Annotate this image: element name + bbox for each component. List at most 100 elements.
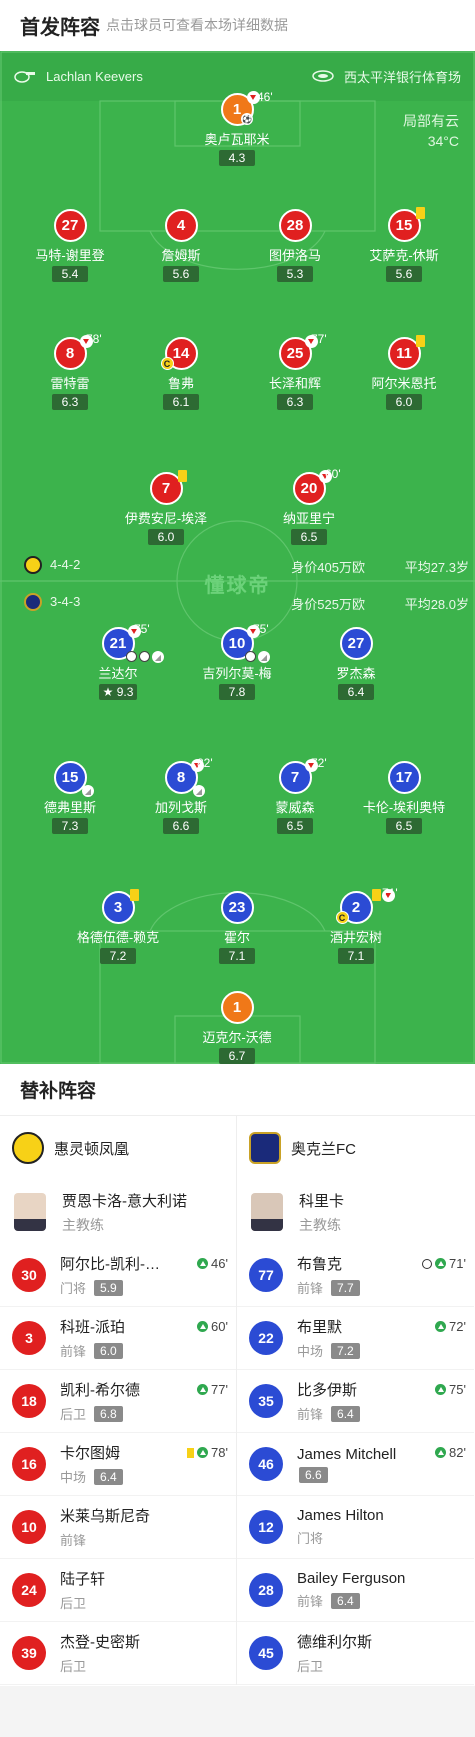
home-player[interactable]: 11 阿尔米恩托 6.0	[344, 335, 464, 411]
sub-on-icon	[435, 1321, 447, 1332]
away-coach[interactable]: 科里卡 主教练	[237, 1180, 474, 1244]
sub-position: 后卫	[297, 1659, 324, 1674]
sub-player-row[interactable]: 12 James Hilton 门将	[237, 1496, 474, 1559]
sub-player-row[interactable]: 3 科班-派珀 前锋 6.0 60'	[0, 1307, 236, 1370]
page-bottom-padding	[0, 1686, 475, 1737]
coach-avatar	[251, 1193, 283, 1231]
sub-player-row[interactable]: 77 布鲁克 前锋 7.7 71'	[237, 1244, 474, 1307]
away-player[interactable]: 23 霍尔 7.1	[177, 891, 297, 965]
player-number-disc: 28	[278, 209, 312, 242]
home-coach[interactable]: 贾恩卡洛-意大利诺 主教练	[0, 1180, 236, 1244]
sub-name: 布里默	[297, 1319, 343, 1336]
sub-number: 3	[12, 1321, 46, 1355]
away-team-header[interactable]: 奥克兰FC	[237, 1116, 474, 1180]
sub-number: 28	[249, 1573, 283, 1607]
sub-position: 门将	[297, 1531, 324, 1546]
away-player[interactable]: 7 72' 蒙威森 6.5	[235, 756, 355, 835]
player-rating: 6.5	[291, 529, 327, 545]
assist-boot-icon: ◢	[82, 785, 94, 797]
away-player[interactable]: 17 卡伦-埃利奥特 6.5	[344, 761, 464, 835]
sub-time: 71'	[382, 886, 398, 900]
sub-number: 16	[12, 1447, 46, 1481]
goal-ball-icon	[422, 1258, 433, 1269]
home-team-name: 惠灵顿凤凰	[54, 1140, 130, 1158]
sub-player-row[interactable]: 18 凯利-希尔德 后卫 6.8 77'	[0, 1370, 236, 1433]
assist-boot-icon: ◢	[152, 651, 164, 663]
home-player[interactable]: 25 77' 长泽和辉 6.3	[235, 332, 355, 411]
substitutes-section: 替补阵容 惠灵顿凤凰 贾恩卡洛-意大利诺 主教练 30 阿尔比-凯利-… 门将 5…	[0, 1064, 475, 1685]
sub-on-icon	[435, 1384, 447, 1395]
sub-name: James Hilton	[297, 1507, 384, 1524]
yellow-card-icon	[187, 1447, 195, 1458]
sub-player-row[interactable]: 16 卡尔图姆 中场 6.4 78'	[0, 1433, 236, 1496]
sub-rating: 6.4	[94, 1468, 123, 1485]
sub-on-time: 71'	[422, 1256, 466, 1271]
away-player[interactable]: 15 ◢ 德弗里斯 7.3	[10, 761, 130, 835]
sub-name: 杰登-史密斯	[60, 1634, 140, 1651]
home-player[interactable]: 28 图伊洛马 5.3	[235, 209, 355, 283]
away-player-motm[interactable]: 21 75' ◢ 兰达尔 ★ 9.3	[58, 622, 178, 701]
player-name: 詹姆斯	[161, 248, 201, 263]
home-player-captain[interactable]: 14 C 鲁弗 6.1	[121, 337, 241, 411]
weather-condition: 局部有云	[403, 113, 459, 129]
player-name: 加列戈斯	[154, 800, 207, 815]
sub-number: 39	[12, 1636, 46, 1670]
sub-player-row[interactable]: 39 杰登-史密斯 后卫	[0, 1622, 236, 1685]
sub-player-row[interactable]: 46 James Mitchell 6.6 82'	[237, 1433, 474, 1496]
player-rating: 6.7	[219, 1048, 255, 1064]
sub-position: 后卫	[60, 1659, 87, 1674]
sub-position: 中场	[60, 1470, 87, 1485]
sub-number: 10	[12, 1510, 46, 1544]
away-player-captain[interactable]: 2C 71' 酒井宏树 7.1	[296, 886, 416, 965]
player-name: 雷特雷	[50, 376, 90, 391]
sub-player-row[interactable]: 45 德维利尔斯 后卫	[237, 1622, 474, 1685]
sub-player-row[interactable]: 28 Bailey Ferguson 前锋 6.4	[237, 1559, 474, 1622]
player-rating: 5.3	[277, 266, 313, 282]
sub-player-row[interactable]: 35 比多伊斯 前锋 6.4 75'	[237, 1370, 474, 1433]
player-rating: 7.3	[52, 818, 88, 834]
away-player-gk[interactable]: 1 迈克尔-沃德 6.7	[177, 991, 297, 1064]
player-number-disc: 4	[164, 209, 198, 242]
home-team-header[interactable]: 惠灵顿凤凰	[0, 1116, 236, 1180]
yellow-card-icon	[415, 335, 425, 347]
sub-time: 60'	[325, 467, 341, 481]
player-name: 卡伦-埃利奥特	[362, 800, 446, 815]
home-player-gk[interactable]: 1 46' ⚽ 奥卢瓦耶米 4.3	[177, 90, 297, 167]
sub-player-row[interactable]: 30 阿尔比-凯利-… 门将 5.9 46'	[0, 1244, 236, 1307]
stadium-name: 西太平洋银行体育场	[343, 69, 461, 85]
sub-on-icon	[197, 1258, 209, 1269]
away-player[interactable]: 8 82' ◢ 加列戈斯 6.6	[121, 756, 241, 835]
away-avg-age: 平均28.0岁	[404, 597, 469, 612]
home-player[interactable]: 27 马特-谢里登 5.4	[10, 209, 130, 283]
home-player[interactable]: 15 艾萨克-休斯 5.6	[344, 207, 464, 283]
sub-on-time: 77'	[197, 1382, 228, 1397]
home-formation: 4-4-2	[50, 557, 81, 572]
sub-time: 72'	[311, 756, 327, 770]
player-name: 纳亚里宁	[282, 511, 335, 526]
home-player[interactable]: 8 78' 雷特雷 6.3	[10, 332, 130, 411]
sub-time: 82'	[197, 756, 213, 770]
home-subs-column: 惠灵顿凤凰 贾恩卡洛-意大利诺 主教练 30 阿尔比-凯利-… 门将 5.9 46…	[0, 1116, 237, 1685]
away-player[interactable]: 3 格德伍德-赖克 7.2	[58, 889, 178, 965]
goal-ball-icon	[126, 651, 137, 662]
home-player[interactable]: 20 60' 纳亚里宁 6.5	[249, 467, 369, 546]
sub-time: 77'	[311, 332, 327, 346]
player-name: 图伊洛马	[268, 248, 321, 263]
player-number-disc: 20	[292, 470, 332, 505]
away-player[interactable]: 27 罗杰森 6.4	[296, 627, 416, 701]
sub-player-row[interactable]: 22 布里默 中场 7.2 72'	[237, 1307, 474, 1370]
yellow-card-icon	[415, 207, 425, 219]
assist-boot-icon: ◢	[258, 651, 270, 663]
sub-rating: 7.2	[331, 1342, 360, 1359]
sub-player-row[interactable]: 24 陆子轩 后卫	[0, 1559, 236, 1622]
own-goal-icon: ⚽	[241, 113, 253, 125]
sub-player-row[interactable]: 10 米莱乌斯尼奇 前锋	[0, 1496, 236, 1559]
sub-name: 米莱乌斯尼奇	[60, 1508, 151, 1525]
home-player[interactable]: 4 詹姆斯 5.6	[121, 209, 241, 283]
goal-ball-icon	[139, 651, 150, 662]
sub-rating: 6.4	[331, 1592, 360, 1609]
sub-on-time: 60'	[197, 1319, 228, 1334]
weather-info: 局部有云 34°C	[403, 111, 459, 151]
home-player[interactable]: 7 伊费安尼-埃泽 6.0	[106, 470, 226, 546]
away-player[interactable]: 10 75' ◢ 吉列尔莫-梅 7.8	[177, 622, 297, 701]
